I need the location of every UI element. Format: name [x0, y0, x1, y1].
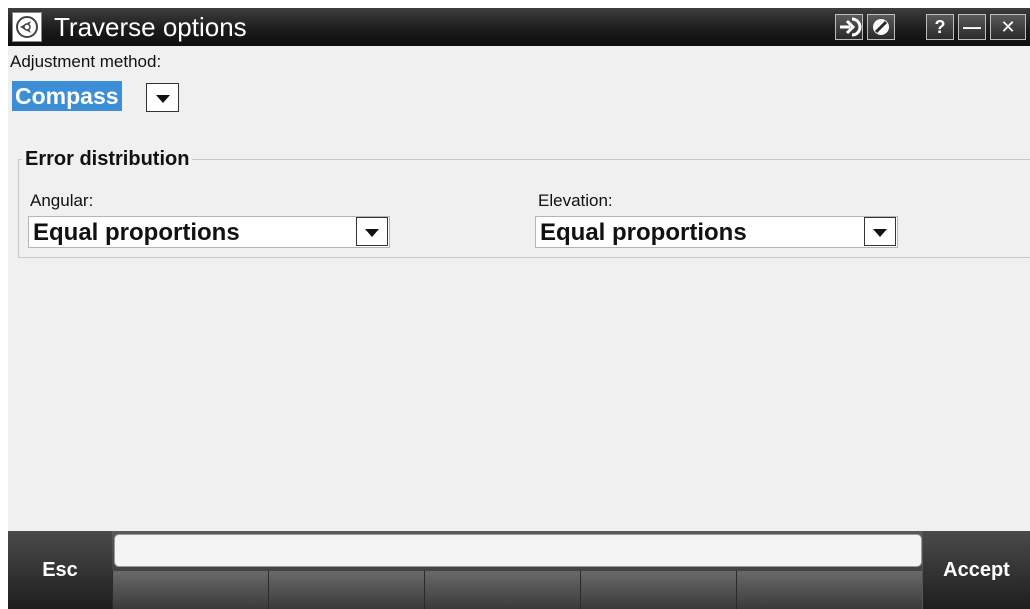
help-button[interactable]: ? — [926, 14, 954, 40]
traverse-options-window: Traverse options ? — ✕ Adjustment method… — [8, 8, 1030, 609]
softkey-slot[interactable] — [268, 571, 424, 609]
adjustment-method-label: Adjustment method: — [10, 52, 162, 71]
elevation-dropdown-icon[interactable] — [864, 217, 896, 246]
title-bar: Traverse options ? — ✕ — [8, 8, 1030, 46]
softkey-slot[interactable] — [580, 571, 736, 609]
adjustment-method-select[interactable]: Compass — [12, 81, 122, 111]
minimize-button[interactable]: — — [958, 14, 986, 40]
cancel-button[interactable] — [867, 14, 895, 40]
softkey-slot[interactable] — [112, 571, 268, 609]
esc-button[interactable]: Esc — [8, 531, 112, 609]
softkey-slot[interactable] — [424, 571, 580, 609]
window-title: Traverse options — [54, 12, 247, 42]
status-field — [114, 534, 922, 567]
angular-dropdown-icon[interactable] — [356, 217, 388, 246]
elevation-value: Equal proportions — [540, 219, 747, 246]
close-button[interactable]: ✕ — [990, 14, 1026, 40]
angular-select[interactable]: Equal proportions — [28, 216, 390, 248]
softkey-bar: Esc Accept — [8, 531, 1030, 609]
accept-button[interactable]: Accept — [922, 531, 1030, 609]
error-distribution-title: Error distribution — [22, 148, 193, 171]
enter-icon — [840, 17, 862, 37]
softkey-slot[interactable] — [736, 571, 922, 609]
app-logo-icon[interactable] — [12, 12, 42, 42]
elevation-select[interactable]: Equal proportions — [535, 216, 898, 248]
angular-label: Angular: — [30, 191, 94, 210]
elevation-label: Elevation: — [538, 191, 613, 210]
enter-button[interactable] — [835, 14, 863, 40]
cancel-icon — [873, 19, 889, 35]
adjustment-method-dropdown-icon[interactable] — [146, 83, 179, 112]
angular-value: Equal proportions — [33, 219, 240, 246]
